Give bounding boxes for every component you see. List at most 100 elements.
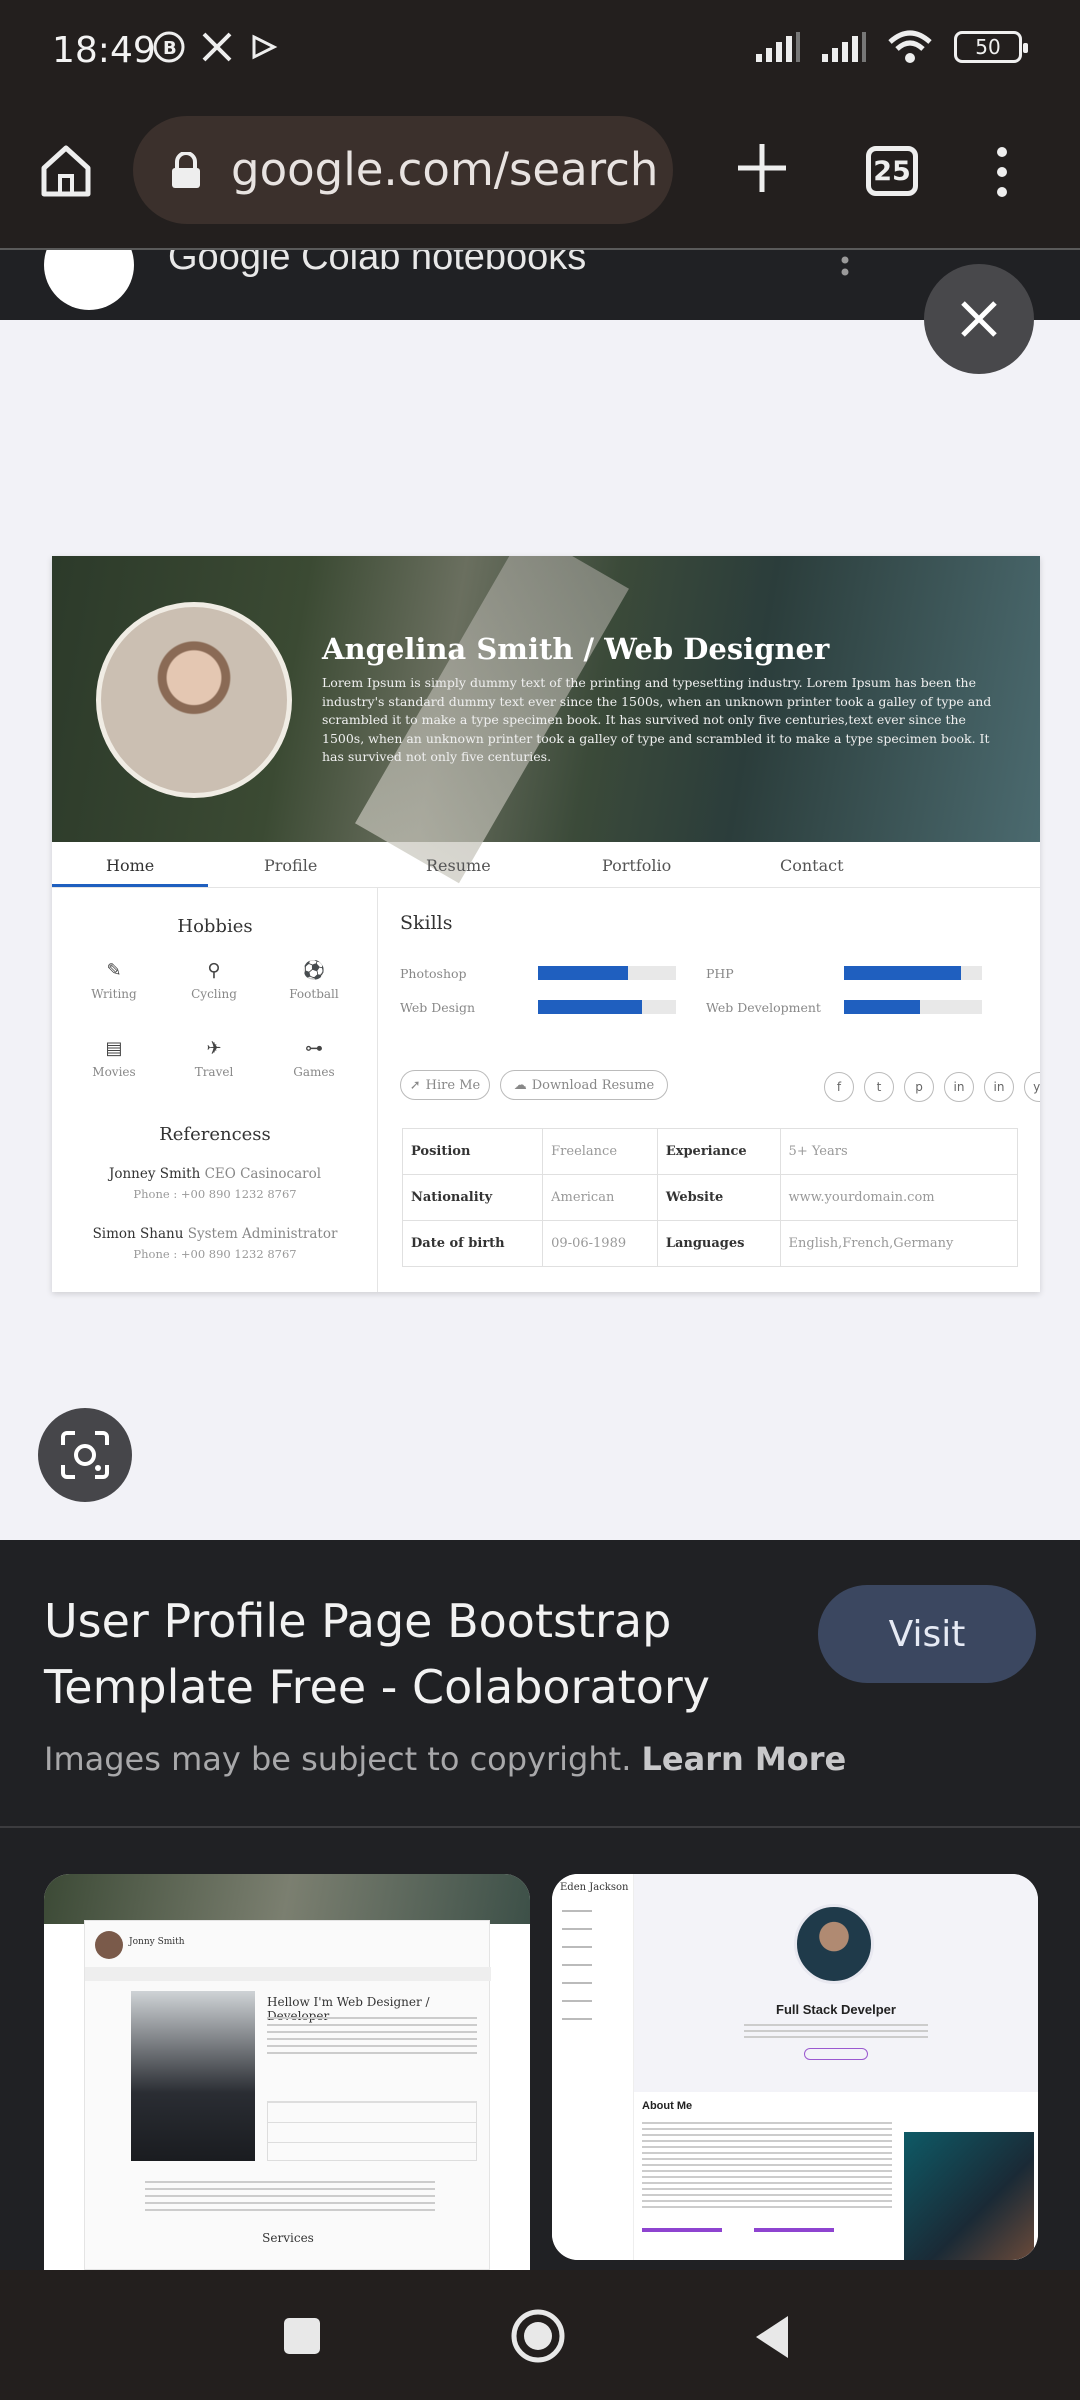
thumb2-brand: Eden Jackson <box>560 1882 629 1893</box>
nav-home: Home <box>106 856 155 875</box>
thumb2-skill-bar <box>642 2228 722 2232</box>
profile-name: Angelina Smith / Web Designer <box>322 632 830 666</box>
bicycle-icon: ⚲ <box>207 960 221 981</box>
pencil-icon: ✎ <box>106 960 122 981</box>
play-notification-icon <box>252 34 278 60</box>
youtube-icon: yt <box>1024 1072 1040 1102</box>
thumb1-paragraph <box>145 2181 435 2211</box>
reference-phone: Phone : +00 890 1232 8767 <box>133 1187 297 1201</box>
twitter-icon: t <box>864 1072 894 1102</box>
nav-profile: Profile <box>264 856 318 875</box>
back-icon[interactable] <box>752 2314 792 2360</box>
more-menu-icon[interactable] <box>990 146 1014 198</box>
related-image-1[interactable]: Jonny Smith Hellow I'm Web Designer / De… <box>44 1874 530 2270</box>
lock-icon <box>172 152 200 188</box>
table-row: Nationality American Website www.yourdomai… <box>401 1174 1019 1221</box>
skill-label: Web Design <box>400 1000 476 1015</box>
skill-label: PHP <box>706 966 734 981</box>
thumb2-sidebar: Eden Jackson <box>552 1874 634 2260</box>
browser-toolbar: google.com/search?q 25 <box>0 108 1080 248</box>
profile-nav: Home Profile Resume Portfolio Contact <box>52 842 1040 888</box>
hobby-movies: ▤ Movies <box>64 1038 164 1079</box>
hobby-travel: ✈ Travel <box>164 1038 264 1079</box>
thumb2-hero: Full Stack Develper <box>634 1874 1038 2092</box>
result-title[interactable]: User Profile Page Bootstrap Template Fre… <box>44 1588 784 1720</box>
preview-image[interactable]: Angelina Smith / Web Designer Lorem Ipsu… <box>52 556 1040 1292</box>
home-icon[interactable] <box>34 138 98 202</box>
thumb2-photo <box>904 2132 1034 2260</box>
thumb1-banner <box>44 1874 530 1924</box>
linkedin-icon-2: in <box>984 1072 1014 1102</box>
thumb2-about-text <box>642 2122 892 2212</box>
close-icon <box>961 301 997 337</box>
reference-role: System Administrator <box>187 1226 338 1242</box>
wifi-icon <box>888 30 932 63</box>
info-table: Position Freelance Experiance 5+ Years Nat… <box>401 1128 1019 1267</box>
hobby-cycling: ⚲ Cycling <box>164 960 264 1001</box>
references-title: Referencess <box>159 1124 271 1145</box>
thumb2-about: About Me <box>634 2092 1038 2260</box>
close-preview-button[interactable] <box>924 264 1034 374</box>
reference-name: Jonney Smith <box>108 1166 201 1182</box>
thumb1-services: Services <box>262 2231 314 2245</box>
hobby-football: ⚽ Football <box>264 960 364 1001</box>
related-images: Jonny Smith Hellow I'm Web Designer / De… <box>0 1830 1080 2270</box>
recents-icon[interactable] <box>282 2316 322 2356</box>
skill-bar-web-design <box>538 1000 676 1014</box>
thumb2-about-title: About Me <box>642 2100 693 2112</box>
plane-icon: ✈ <box>206 1038 222 1059</box>
film-icon: ▤ <box>105 1038 123 1059</box>
lens-icon <box>61 1431 109 1479</box>
reference-phone: Phone : +00 890 1232 8767 <box>133 1247 297 1261</box>
learn-more-link[interactable]: Learn More <box>642 1740 847 1778</box>
visit-button[interactable]: Visit <box>818 1585 1036 1683</box>
skill-bar-web-development <box>844 1000 982 1014</box>
signal-icon-2 <box>822 32 866 62</box>
tab-switcher-button[interactable]: 25 <box>866 146 918 196</box>
thumb2-title: Full Stack Develper <box>776 2002 896 2017</box>
thumb1-card: Jonny Smith Hellow I'm Web Designer / De… <box>84 1920 491 2270</box>
skill-bar-php <box>844 966 982 980</box>
table-row: Position Freelance Experiance 5+ Years <box>401 1128 1019 1175</box>
linkedin-icon: in <box>944 1072 974 1102</box>
signal-icon <box>756 32 800 62</box>
profile-banner: Angelina Smith / Web Designer Lorem Ipsu… <box>52 556 1040 884</box>
hobbies-title: Hobbies <box>177 916 253 937</box>
download-resume-button: ☁ Download Resume <box>500 1070 668 1100</box>
thumb2-skill-bar-2 <box>754 2228 834 2232</box>
url-text[interactable]: google.com/search?q <box>231 143 661 196</box>
background-result-title: Google Colab notebooks <box>168 248 587 278</box>
nav-active-indicator <box>52 884 208 887</box>
nav-portfolio: Portfolio <box>602 856 672 875</box>
profile-avatar <box>96 602 292 798</box>
thumb2-menu <box>562 1910 592 2030</box>
google-lens-button[interactable] <box>38 1408 132 1502</box>
cloud-icon: ☁ <box>513 1077 527 1093</box>
thumb1-nav <box>85 1967 491 1981</box>
new-tab-icon[interactable] <box>732 138 792 198</box>
nav-contact: Contact <box>780 856 844 875</box>
status-bar: 18:49 B 50 <box>0 0 1080 108</box>
left-column: Hobbies ✎ Writing ⚲ Cycling ⚽ Football ▤ Mov… <box>52 888 378 1292</box>
skills-title: Skills <box>400 912 453 934</box>
thumb1-name: Jonny Smith <box>129 1937 185 1947</box>
thumb2-subtitle <box>744 2024 928 2040</box>
x-notification-icon <box>202 32 232 62</box>
notification-icons: B <box>152 30 278 64</box>
related-image-2[interactable]: Eden Jackson Full Stack Develper About M… <box>552 1874 1038 2260</box>
nav-resume: Resume <box>426 856 491 875</box>
send-icon: ➚ <box>409 1077 421 1093</box>
gamepad-icon: ⊶ <box>305 1038 323 1059</box>
thumb1-avatar <box>95 1931 123 1959</box>
home-nav-icon[interactable] <box>510 2308 566 2364</box>
system-icons: 50 <box>756 30 1028 64</box>
reference-name: Simon Shanu <box>92 1226 184 1242</box>
thumb2-button <box>804 2048 868 2060</box>
pinterest-icon: p <box>904 1072 934 1102</box>
status-time: 18:49 <box>52 30 156 71</box>
hobby-writing: ✎ Writing <box>64 960 164 1001</box>
background-result: Google Colab notebooks <box>0 248 1080 320</box>
address-bar[interactable]: google.com/search?q <box>133 116 673 224</box>
copyright-notice: Images may be subject to copyright. Lear… <box>44 1740 846 1778</box>
colab-logo-icon <box>44 250 134 310</box>
